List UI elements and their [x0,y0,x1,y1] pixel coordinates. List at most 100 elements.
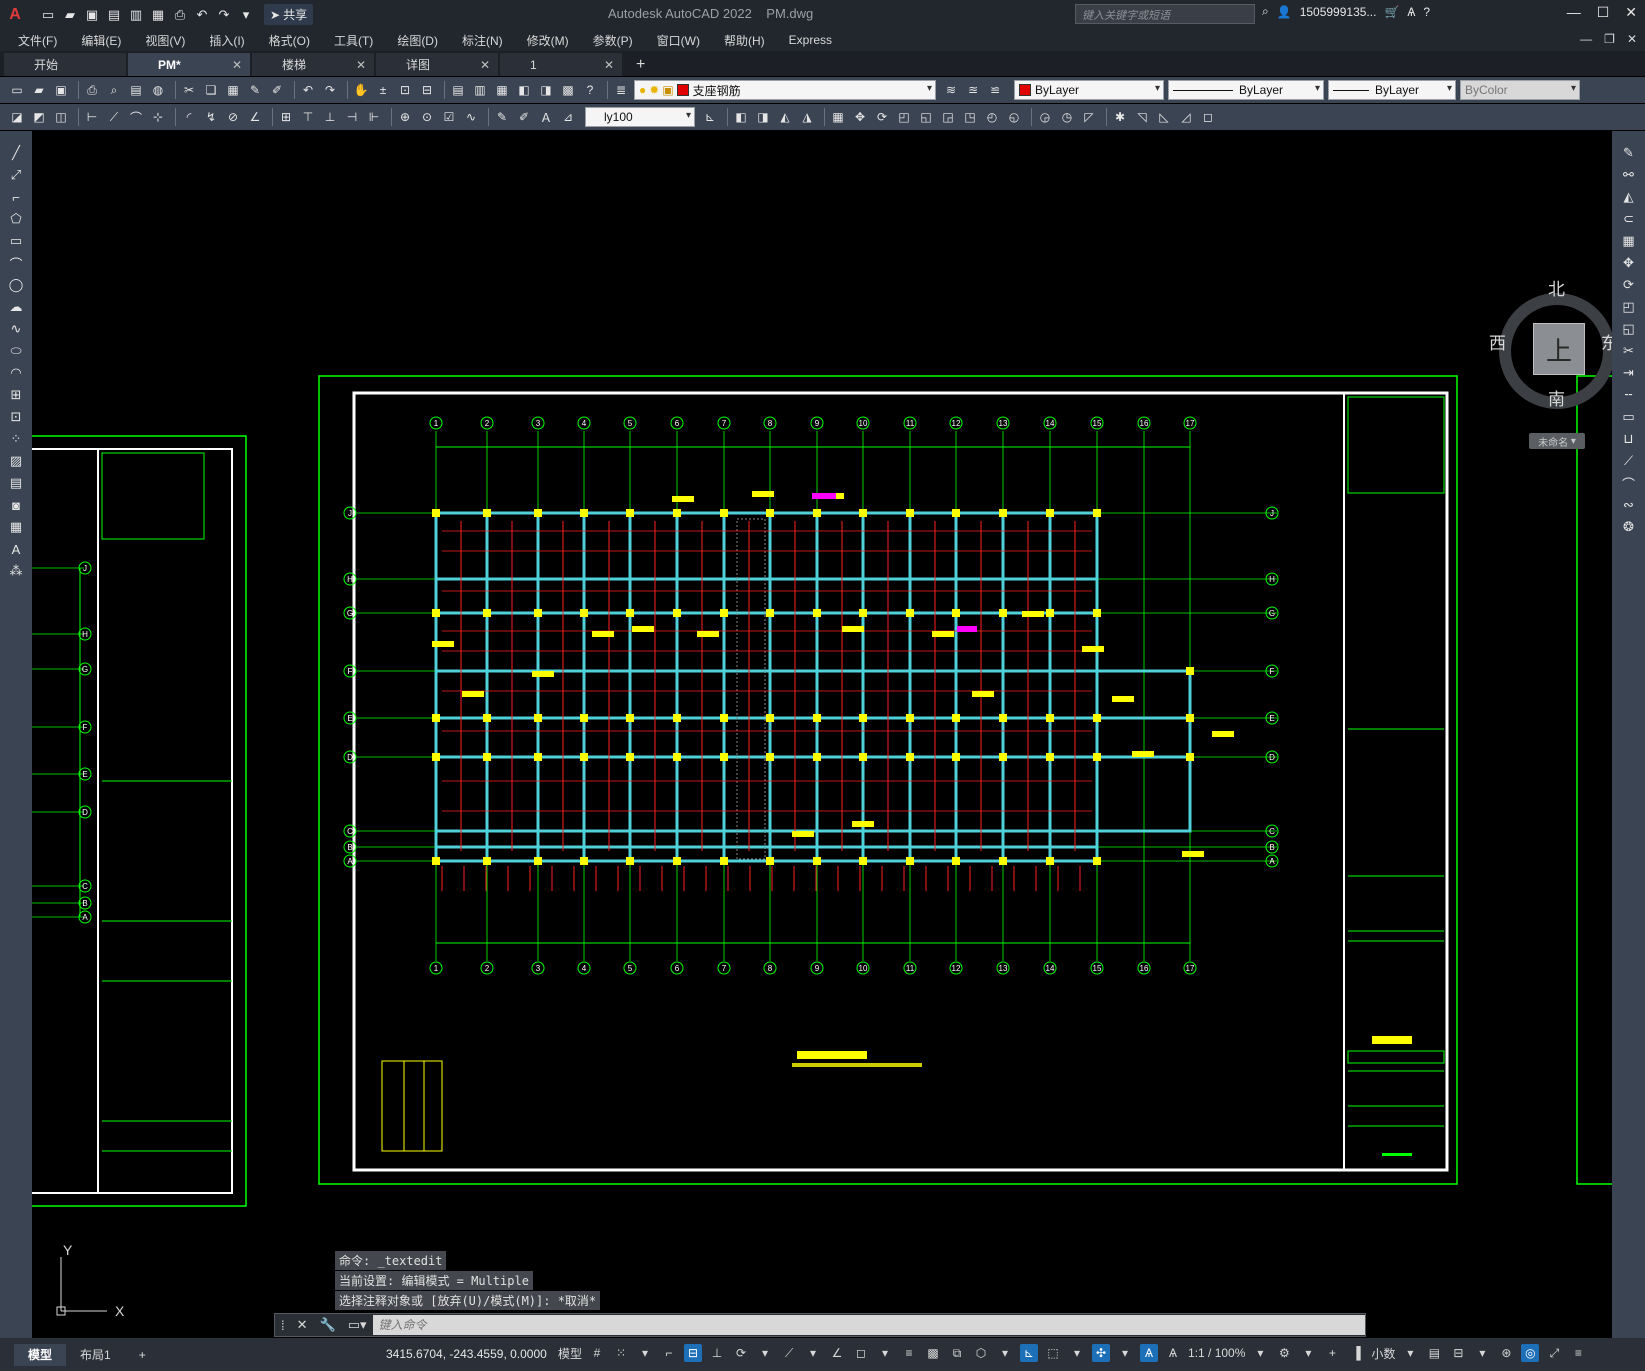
units-icon[interactable]: ▐ [1347,1344,1365,1362]
table-icon[interactable]: ▦ [5,517,27,537]
chamfer-icon[interactable]: ◶ [1036,108,1054,126]
extend-icon[interactable]: ⇥ [1618,363,1640,383]
construction-line-icon[interactable]: ⤢ [5,165,27,185]
doc-restore-icon[interactable]: ❐ [1604,32,1615,46]
chevron-down-icon[interactable]: ▾ [1473,1344,1491,1362]
viewcube-top-face[interactable]: 上 [1533,323,1585,375]
dynamic-input-icon[interactable]: ⊟ [684,1344,703,1362]
drawing-svg[interactable]: JHGFEDCBA 112233445566778899101011111212… [32,131,1612,1338]
trim-icon[interactable]: ✂ [1618,341,1640,361]
customize-icon[interactable]: ≡ [1569,1344,1587,1362]
undo-icon[interactable]: ↶ [192,5,212,25]
save-web-icon[interactable]: ▦ [148,5,168,25]
undo-icon[interactable]: ↶ [299,81,317,99]
dimedit-icon[interactable]: ✎ [493,108,511,126]
plot-icon[interactable]: ⎙ [83,81,101,99]
object-snap-tracking-icon[interactable]: ∠ [828,1344,846,1362]
maximize-icon[interactable]: ☐ [1597,4,1610,21]
menu-file[interactable]: 文件(F) [18,32,57,49]
quick-dim-icon[interactable]: ⊞ [277,108,295,126]
dim-style-icon[interactable]: ⊿ [559,108,577,126]
tab-pm[interactable]: PM* ✕ [128,53,250,76]
stretch-icon[interactable]: ◱ [1618,319,1640,339]
close-icon[interactable]: ✕ [356,58,366,72]
compass-east[interactable]: 东 [1601,329,1612,354]
layer-tool2-icon[interactable]: ◩ [30,108,48,126]
chevron-down-icon[interactable]: ▾ [756,1344,774,1362]
close-icon[interactable]: ✕ [1625,4,1637,21]
layer-tool-icon[interactable]: ◪ [8,108,26,126]
ellipse-arc-icon[interactable]: ◠ [5,363,27,383]
named-view-button[interactable]: 未命名 ▾ [1529,433,1585,449]
object-snap-icon[interactable]: ◻ [852,1344,870,1362]
stretch-icon[interactable]: ◱ [917,108,935,126]
3d-osnap-icon[interactable]: ⬡ [972,1344,990,1362]
new-icon[interactable]: ▭ [8,81,26,99]
tab-stairs[interactable]: 楼梯 ✕ [252,53,374,76]
circle-icon[interactable]: ◯ [5,275,27,295]
tab-1[interactable]: 1 ✕ [500,53,622,76]
erase-icon[interactable]: ✎ [1618,143,1640,163]
rotate-icon[interactable]: ⟳ [873,108,891,126]
array-icon[interactable]: ▦ [1618,231,1640,251]
jogged-dim-icon[interactable]: ↯ [202,108,220,126]
isolate-objects-icon[interactable]: ⊛ [1497,1344,1515,1362]
chevron-down-icon[interactable]: ▾ [1251,1344,1269,1362]
properties-icon[interactable]: ▤ [449,81,467,99]
user-icon[interactable]: 👤 [1277,5,1292,19]
recent-commands-icon[interactable]: ▭▾ [342,1317,373,1333]
quickcalc-icon[interactable]: ▩ [559,81,577,99]
plot-preview-icon[interactable]: ⌕ [105,81,123,99]
menu-format[interactable]: 格式(O) [269,32,310,49]
annotation-monitor-icon[interactable]: + [1323,1344,1341,1362]
model-space-canvas[interactable]: JHGFEDCBA 1 1 2 2 3 3 4 4 5 5 6 6 7 7 8 8 9 9 10 10 11 11 12 12… [32,131,1612,1338]
annotation-visibility-icon[interactable]: Ѧ [1140,1344,1159,1362]
close-icon[interactable]: ✕ [480,58,490,72]
chevron-down-icon[interactable]: ▾ [996,1344,1014,1362]
hatch-icon[interactable]: ▨ [5,451,27,471]
join-icon[interactable]: ◵ [1005,108,1023,126]
dim-space-icon[interactable]: ⊣ [343,108,361,126]
infer-constraints-icon[interactable]: ⌐ [660,1344,678,1362]
chevron-down-icon[interactable]: ▾ [804,1344,822,1362]
zoom-realtime-icon[interactable]: ± [374,81,392,99]
compass-west[interactable]: 西 [1489,329,1506,354]
ortho-icon[interactable]: ⊥ [708,1344,726,1362]
selection-filter-icon[interactable]: ⬚ [1044,1344,1062,1362]
open-file-icon[interactable]: ▰ [60,5,80,25]
angular-dim-icon[interactable]: ∠ [246,108,264,126]
customize-qat-icon[interactable]: ▾ [236,5,256,25]
search-input[interactable]: 键入关键字或短语 [1075,4,1255,24]
baseline-dim-icon[interactable]: ⊤ [299,108,317,126]
aligned-dim-icon[interactable]: ⟋ [105,108,123,126]
zoom-window-icon[interactable]: ⊡ [396,81,414,99]
compass-south[interactable]: 南 [1548,385,1565,410]
radius-dim-icon[interactable]: ◜ [180,108,198,126]
mtext-icon[interactable]: A [5,539,27,559]
array-icon[interactable]: ▦ [829,108,847,126]
viewcube[interactable]: 上 北 南 东 西 [1489,280,1612,411]
break-icon[interactable]: ▭ [1618,407,1640,427]
close-icon[interactable]: ✕ [232,58,242,72]
menu-edit[interactable]: 编辑(E) [81,32,121,49]
add-layout-button[interactable]: + [125,1344,160,1366]
fillet-icon[interactable]: ◷ [1058,108,1076,126]
mirror-icon[interactable]: ◭ [1618,187,1640,207]
edit-polyline-icon[interactable]: ◹ [1133,108,1151,126]
gradient-icon[interactable]: ▤ [5,473,27,493]
edit-spline-icon[interactable]: ◿ [1177,108,1195,126]
snap-icon[interactable]: ⁙ [612,1344,630,1362]
polyline-icon[interactable]: ⌐ [5,187,27,207]
menu-window[interactable]: 窗口(W) [657,32,700,49]
chevron-down-icon[interactable]: ▾ [1068,1344,1086,1362]
doc-close-icon[interactable]: ✕ [1627,32,1637,46]
help-icon[interactable]: ? [581,81,599,99]
chevron-down-icon[interactable]: ▾ [636,1344,654,1362]
redo-icon[interactable]: ↷ [321,81,339,99]
layer-previous-icon[interactable]: ≊ [964,81,982,99]
tab-details[interactable]: 详图 ✕ [376,53,498,76]
lineweight-dropdown[interactable]: ByLayer ▾ [1328,80,1456,100]
cart-icon[interactable]: 🛒 [1384,5,1399,19]
pan-icon[interactable]: ✋ [352,81,370,99]
explode-icon[interactable]: ✱ [1111,108,1129,126]
